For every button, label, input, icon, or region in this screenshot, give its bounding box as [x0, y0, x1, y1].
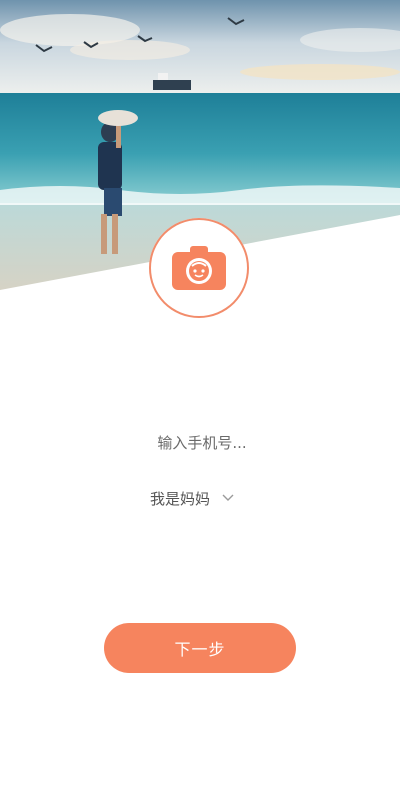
phone-input[interactable]: [100, 426, 304, 460]
next-button[interactable]: 下一步: [104, 623, 296, 673]
chevron-down-icon: [222, 494, 234, 501]
role-select[interactable]: 我是妈妈: [150, 484, 254, 512]
role-selected-label: 我是妈妈: [150, 489, 211, 508]
camera-baby-icon: [172, 246, 226, 290]
app-logo: [149, 218, 249, 318]
